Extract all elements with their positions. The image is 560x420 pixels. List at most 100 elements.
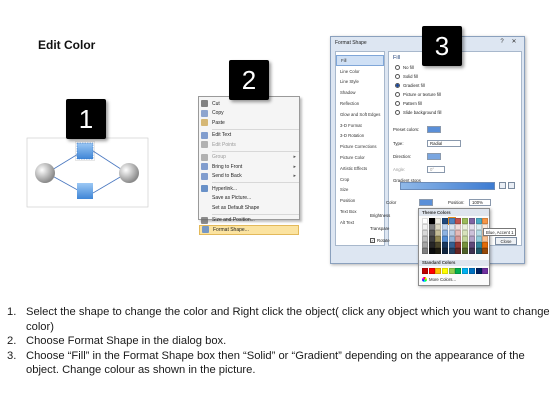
- menu-item-group[interactable]: Group ▸: [199, 153, 299, 163]
- instruction-step: 2. Choose Format Shape in the dialog box.: [7, 334, 552, 349]
- menu-item-copy[interactable]: Copy: [199, 109, 299, 119]
- theme-colors-grid: [422, 217, 489, 254]
- fill-option-pattern-fill[interactable]: Pattern fill: [395, 101, 422, 106]
- menu-item-format-shape[interactable]: Format Shape...: [199, 225, 299, 235]
- step-text: Choose Format Shape in the dialog box.: [26, 335, 227, 347]
- instruction-step: 3. Choose “Fill” in the Format Shape box …: [7, 349, 552, 378]
- color-swatch[interactable]: [462, 248, 469, 254]
- menu-item-edit-points[interactable]: Edit Points: [199, 140, 299, 150]
- menu-item-label: Paste: [212, 119, 225, 126]
- nav-item-size[interactable]: Size: [336, 185, 384, 196]
- standard-color-swatch[interactable]: [442, 268, 449, 274]
- more-colors-button[interactable]: More Colors...: [422, 277, 456, 282]
- submenu-arrow-icon: ▸: [293, 163, 296, 170]
- nav-item-picture-color[interactable]: Picture Color: [336, 152, 384, 163]
- theme-colors-header: Theme Colors: [419, 209, 489, 216]
- standard-color-swatch[interactable]: [422, 268, 428, 274]
- color-swatch[interactable]: [448, 248, 455, 254]
- fill-option-label: Solid fill: [403, 74, 418, 79]
- menu-item-hyperlink[interactable]: Hyperlink...: [199, 184, 299, 194]
- color-swatch[interactable]: [455, 248, 462, 254]
- position-label: Position:: [448, 200, 465, 205]
- close-icon[interactable]: ✕: [507, 38, 521, 46]
- close-button[interactable]: Close: [495, 237, 517, 245]
- color-swatch[interactable]: [442, 248, 449, 254]
- rotate-checkbox[interactable]: ✓ Rotate: [370, 238, 390, 243]
- add-stop-button[interactable]: [499, 182, 506, 189]
- color-picker: Theme Colors Standard Colors More Colors…: [418, 208, 490, 286]
- nav-item-reflection[interactable]: Reflection: [336, 98, 384, 109]
- menu-item-size-and-position[interactable]: Size and Position...: [199, 216, 299, 226]
- standard-color-swatch[interactable]: [462, 268, 469, 274]
- standard-color-swatch[interactable]: [435, 268, 442, 274]
- menu-item-cut[interactable]: Cut: [199, 99, 299, 109]
- bring-front-icon: [201, 163, 208, 171]
- fill-option-label: Slide background fill: [403, 110, 442, 115]
- type-label: Type:: [393, 141, 404, 146]
- menu-item-label: Send to Back: [212, 173, 242, 180]
- standard-color-swatch[interactable]: [482, 268, 489, 274]
- menu-item-label: Hyperlink...: [212, 185, 238, 192]
- fill-option-slide-background-fill[interactable]: Slide background fill: [395, 110, 441, 115]
- menu-item-label: Copy: [212, 110, 224, 117]
- menu-item-save-as-picture[interactable]: Save as Picture...: [199, 194, 299, 204]
- preset-colors-dropdown[interactable]: [427, 126, 441, 133]
- nav-item-shadow[interactable]: Shadow: [336, 87, 384, 98]
- instruction-list: 1. Select the shape to change the color a…: [7, 305, 552, 378]
- menu-separator: [212, 182, 299, 183]
- standard-color-swatch[interactable]: [455, 268, 462, 274]
- nav-item-line-style[interactable]: Line Style: [336, 77, 384, 88]
- diagram-svg: [26, 137, 149, 208]
- color-swatch[interactable]: [468, 248, 475, 254]
- nav-item-crop[interactable]: Crop: [336, 174, 384, 185]
- color-dropdown[interactable]: [419, 199, 433, 206]
- nav-item-3-d-rotation[interactable]: 3-D Rotation: [336, 131, 384, 142]
- blank-icon: [201, 195, 208, 202]
- fill-option-gradient-fill[interactable]: Gradient fill: [395, 83, 425, 88]
- sphere-shape: [119, 163, 139, 183]
- shape-diagram[interactable]: [25, 135, 150, 210]
- standard-color-swatch[interactable]: [475, 268, 482, 274]
- color-swatch[interactable]: [475, 248, 482, 254]
- angle-field[interactable]: 0°: [427, 166, 445, 173]
- format-shape-icon: [202, 226, 209, 234]
- nav-item-line-color[interactable]: Line Color: [336, 66, 384, 77]
- menu-item-label: Save as Picture...: [212, 195, 252, 202]
- standard-color-swatch[interactable]: [468, 268, 475, 274]
- gradient-stops-bar[interactable]: [400, 182, 495, 190]
- menu-item-label: Format Shape...: [213, 226, 249, 233]
- color-swatch[interactable]: [435, 248, 442, 254]
- position-field[interactable]: 100%: [469, 199, 491, 206]
- nav-item-artistic-effects[interactable]: Artistic Effects: [336, 163, 384, 174]
- page-title: Edit Color: [38, 38, 96, 52]
- nav-item-position[interactable]: Position: [336, 195, 384, 206]
- standard-color-swatch[interactable]: [448, 268, 455, 274]
- type-dropdown[interactable]: Radial: [427, 140, 461, 147]
- fill-option-solid-fill[interactable]: Solid fill: [395, 74, 418, 79]
- menu-item-send-to-back[interactable]: Send to Back ▸: [199, 172, 299, 182]
- standard-color-swatch[interactable]: [428, 268, 435, 274]
- edit-points-icon: [201, 141, 208, 149]
- fill-option-no-fill[interactable]: No fill: [395, 65, 414, 70]
- color-swatch[interactable]: [428, 248, 435, 254]
- color-wheel-icon: [422, 277, 427, 282]
- send-back-icon: [201, 172, 208, 180]
- help-icon[interactable]: ?: [498, 38, 506, 46]
- color-swatch[interactable]: [482, 248, 489, 254]
- menu-item-label: Size and Position...: [212, 217, 255, 224]
- remove-stop-button[interactable]: [508, 182, 515, 189]
- menu-item-paste[interactable]: Paste: [199, 118, 299, 128]
- color-label: Color: [386, 200, 397, 205]
- nav-item-fill[interactable]: Fill: [336, 55, 384, 66]
- direction-dropdown[interactable]: [427, 153, 441, 160]
- menu-item-set-as-default-shape[interactable]: Set as Default Shape: [199, 203, 299, 213]
- nav-item-3-d-format[interactable]: 3-D Format: [336, 120, 384, 131]
- fill-option-picture-or-texture-fill[interactable]: Picture or texture fill: [395, 92, 441, 97]
- color-swatch[interactable]: [422, 248, 428, 254]
- menu-item-bring-to-front[interactable]: Bring to Front ▸: [199, 162, 299, 172]
- context-menu: Cut Copy Paste Edit Text Edit Points Group ▸ Br…: [198, 96, 300, 235]
- angle-label: Angle:: [393, 167, 406, 172]
- nav-item-picture-corrections[interactable]: Picture Corrections: [336, 141, 384, 152]
- nav-item-glow-and-soft-edges[interactable]: Glow and Soft Edges: [336, 109, 384, 120]
- menu-item-edit-text[interactable]: Edit Text: [199, 131, 299, 141]
